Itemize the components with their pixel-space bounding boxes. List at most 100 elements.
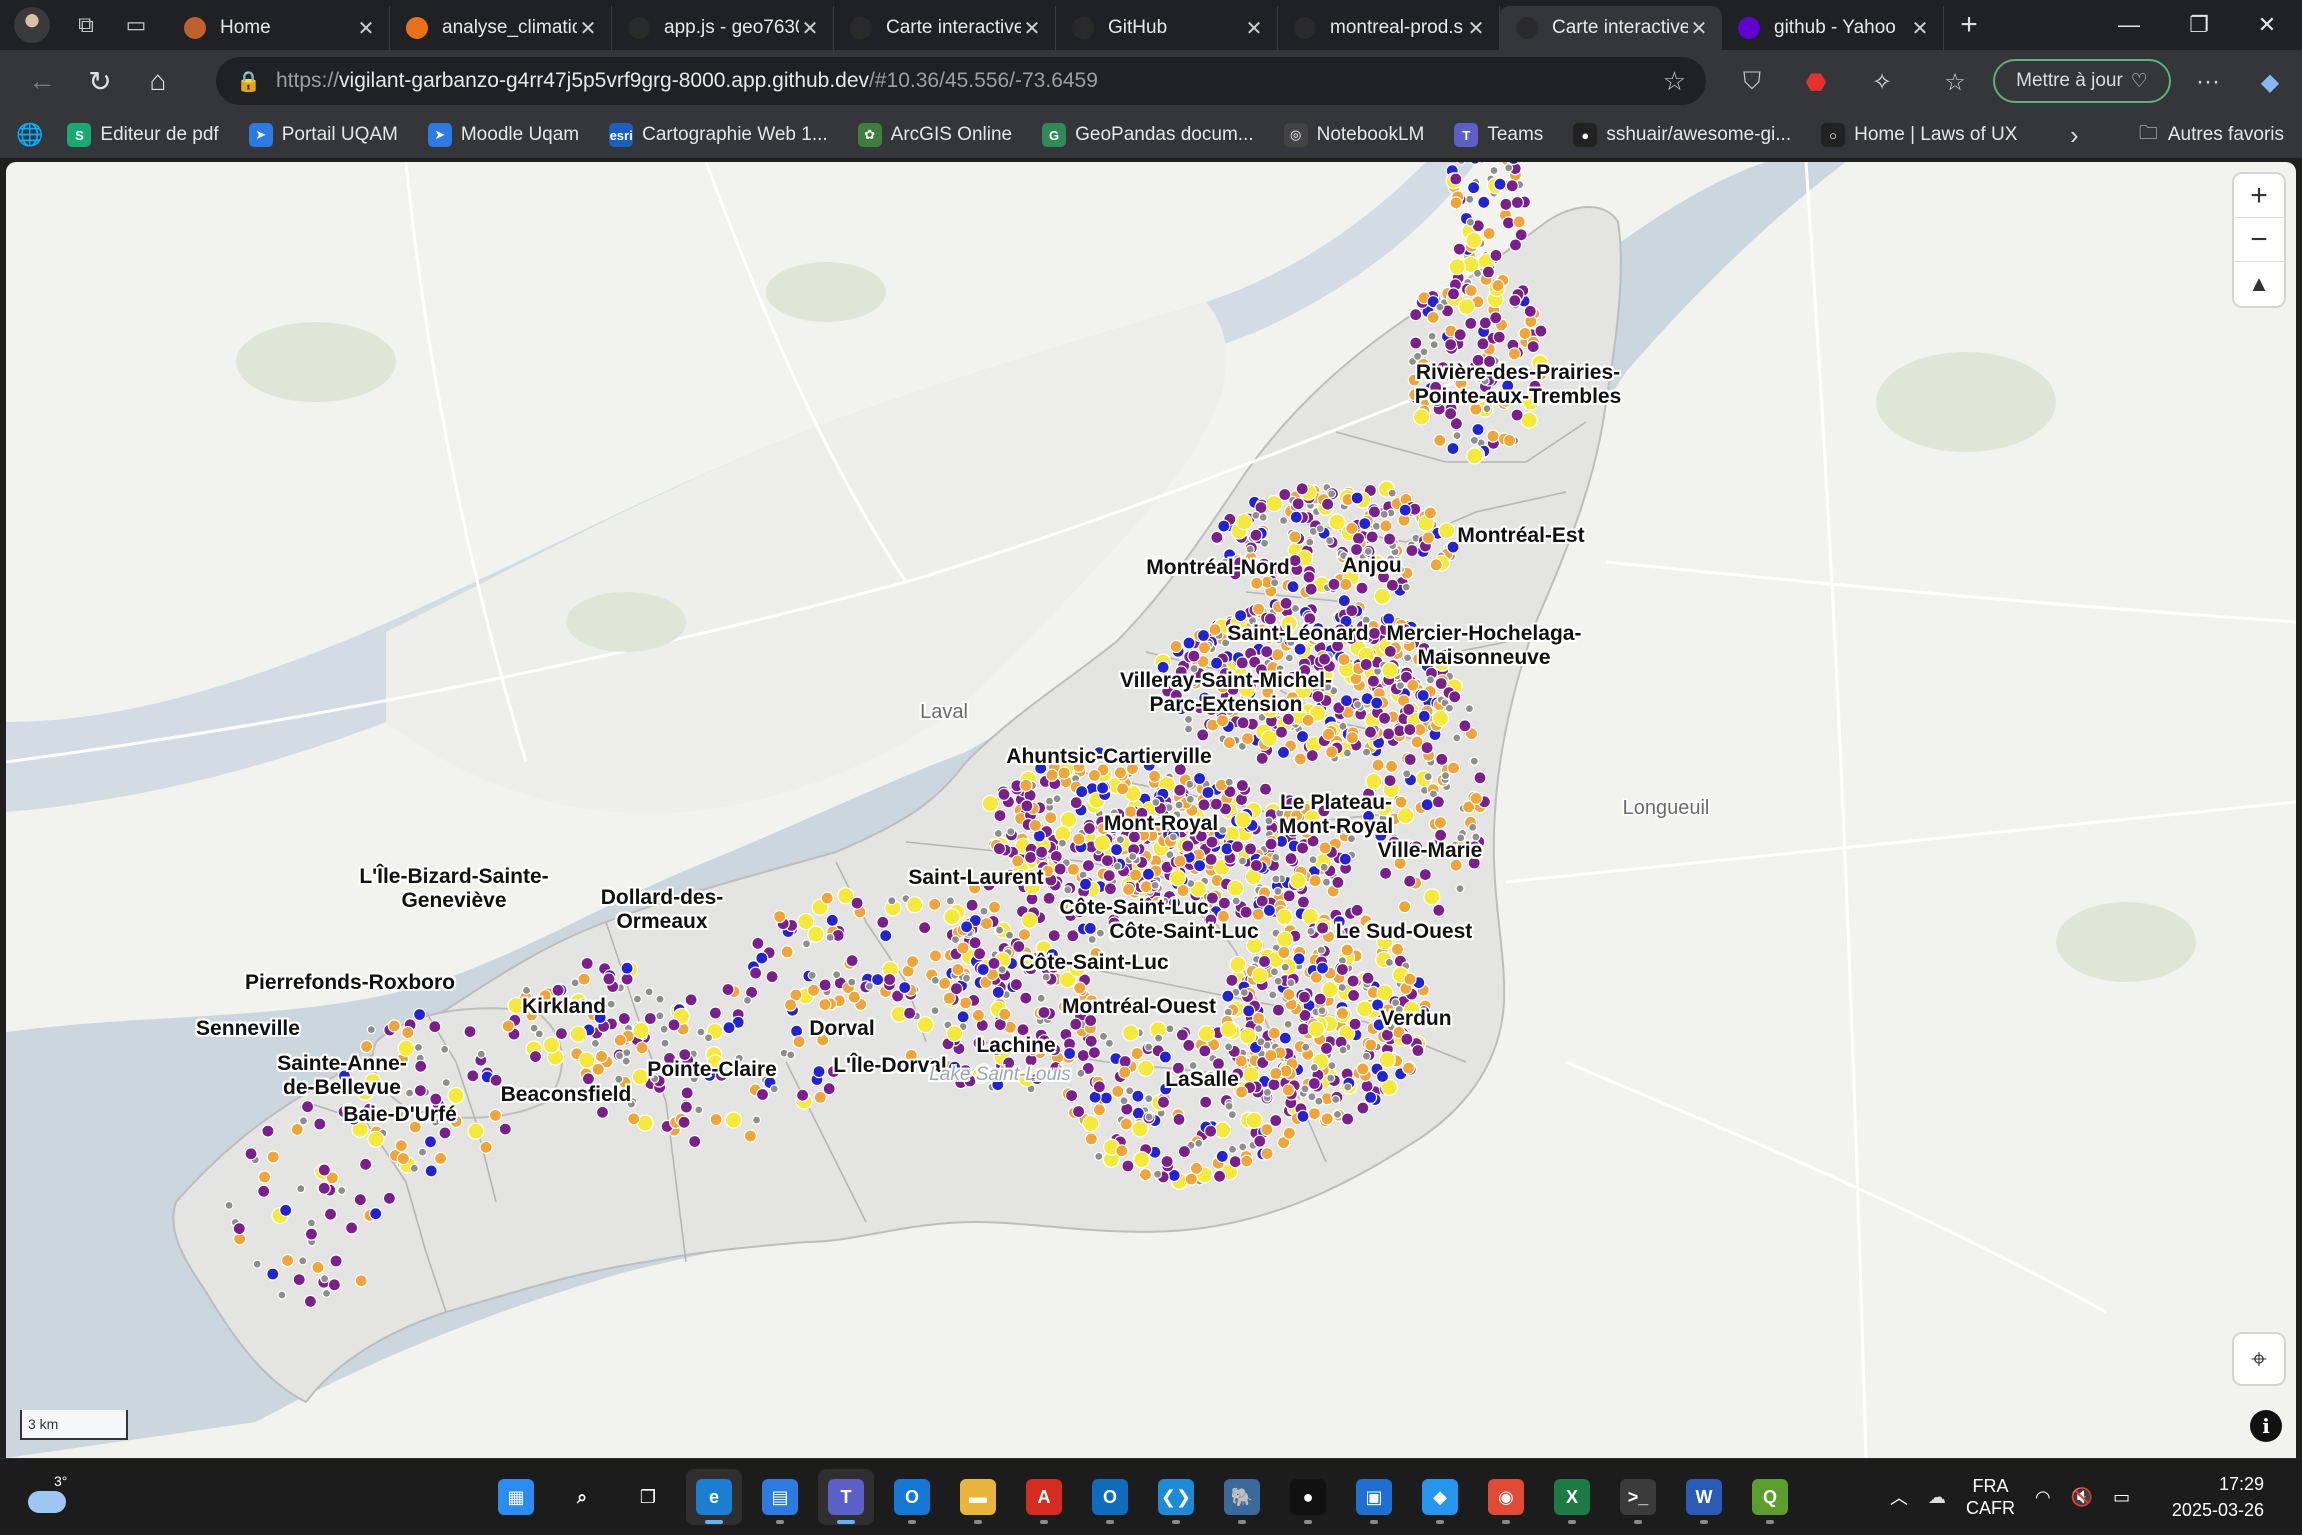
orange-point-marker[interactable] (1356, 1062, 1370, 1076)
gray-point-marker[interactable] (1185, 779, 1195, 789)
zoom-in-button[interactable]: + (2234, 174, 2284, 218)
purple-point-marker[interactable] (1264, 837, 1278, 851)
orange-point-marker[interactable] (1169, 639, 1183, 653)
yellow-point-marker[interactable] (1438, 522, 1456, 540)
orange-point-marker[interactable] (1406, 678, 1420, 692)
purple-point-marker[interactable] (818, 978, 832, 992)
purple-point-marker[interactable] (1327, 577, 1341, 591)
gray-point-marker[interactable] (1227, 1109, 1237, 1120)
restore-icon[interactable]: ❐ (2164, 0, 2234, 50)
orange-point-marker[interactable] (1282, 1126, 1296, 1140)
purple-point-marker[interactable] (1198, 1044, 1212, 1058)
purple-point-marker[interactable] (1196, 728, 1210, 742)
purple-point-marker[interactable] (1279, 596, 1293, 610)
browser-tab[interactable]: app.js - geo7630 ✕ (612, 6, 834, 50)
purple-point-marker[interactable] (1489, 311, 1503, 325)
orange-point-marker[interactable] (591, 1062, 605, 1076)
purple-point-marker[interactable] (317, 1163, 331, 1177)
blue-point-marker[interactable] (1420, 798, 1434, 812)
yellow-point-marker[interactable] (906, 896, 924, 914)
purple-point-marker[interactable] (1409, 308, 1423, 322)
purple-point-marker[interactable] (1103, 882, 1118, 896)
file-explorer-app[interactable]: ▬ (950, 1469, 1006, 1525)
purple-point-marker[interactable] (1197, 798, 1211, 812)
gray-point-marker[interactable] (930, 1005, 940, 1016)
purple-point-marker[interactable] (1351, 531, 1366, 546)
orange-point-marker[interactable] (1321, 727, 1336, 741)
orange-point-marker[interactable] (1318, 841, 1332, 855)
orange-point-marker[interactable] (1117, 1065, 1132, 1079)
gray-point-marker[interactable] (1237, 856, 1248, 866)
blue-point-marker[interactable] (1466, 181, 1481, 195)
gray-point-marker[interactable] (1095, 928, 1106, 938)
purple-point-marker[interactable] (1452, 242, 1467, 256)
purple-point-marker[interactable] (1260, 645, 1274, 659)
orange-point-marker[interactable] (594, 1049, 609, 1064)
orange-point-marker[interactable] (1426, 310, 1440, 324)
yellow-point-marker[interactable] (447, 1086, 465, 1105)
blue-point-marker[interactable] (1477, 195, 1491, 209)
gray-point-marker[interactable] (1489, 165, 1499, 176)
bookmark-item[interactable]: T Teams (1454, 123, 1543, 147)
blue-point-marker[interactable] (1286, 580, 1300, 594)
purple-point-marker[interactable] (1346, 974, 1360, 988)
orange-point-marker[interactable] (1208, 623, 1222, 637)
blue-point-marker[interactable] (1141, 867, 1156, 881)
orange-point-marker[interactable] (1115, 782, 1130, 796)
gray-point-marker[interactable] (1174, 800, 1184, 810)
gray-point-marker[interactable] (1469, 756, 1479, 766)
gray-point-marker[interactable] (321, 1288, 332, 1299)
orange-point-marker[interactable] (1240, 731, 1255, 746)
blue-point-marker[interactable] (1182, 636, 1196, 650)
gray-point-marker[interactable] (831, 969, 842, 980)
profile-avatar[interactable] (14, 7, 50, 43)
gray-point-marker[interactable] (1464, 703, 1475, 714)
purple-point-marker[interactable] (680, 1086, 694, 1100)
gray-point-marker[interactable] (1379, 509, 1389, 519)
purple-point-marker[interactable] (1253, 1134, 1267, 1148)
yellow-point-marker[interactable] (578, 1051, 596, 1069)
gray-point-marker[interactable] (887, 896, 897, 906)
purple-point-marker[interactable] (602, 972, 616, 986)
orange-point-marker[interactable] (958, 996, 973, 1010)
gray-point-marker[interactable] (614, 1051, 625, 1061)
gray-point-marker[interactable] (1144, 1112, 1154, 1122)
gray-point-marker[interactable] (1004, 930, 1015, 940)
gray-point-marker[interactable] (1271, 874, 1281, 884)
purple-point-marker[interactable] (1489, 248, 1503, 263)
gray-point-marker[interactable] (1262, 1087, 1273, 1098)
yellow-point-marker[interactable] (569, 1025, 588, 1043)
gray-point-marker[interactable] (1224, 777, 1234, 787)
gray-point-marker[interactable] (1331, 1094, 1341, 1105)
purple-point-marker[interactable] (595, 1105, 610, 1119)
purple-point-marker[interactable] (620, 972, 634, 986)
yellow-point-marker[interactable] (1197, 1025, 1216, 1043)
extensions-icon[interactable]: ✧ (1862, 62, 1902, 102)
gray-point-marker[interactable] (1423, 771, 1433, 782)
purple-point-marker[interactable] (313, 1117, 327, 1131)
orange-point-marker[interactable] (1464, 284, 1478, 298)
purple-point-marker[interactable] (1269, 1113, 1283, 1128)
orange-point-marker[interactable] (1267, 1026, 1281, 1040)
purple-point-marker[interactable] (1350, 903, 1364, 917)
tab-close-icon[interactable]: ✕ (1465, 16, 1487, 41)
yellow-point-marker[interactable] (724, 1111, 743, 1129)
purple-point-marker[interactable] (795, 1088, 810, 1102)
gray-point-marker[interactable] (961, 973, 972, 983)
yellow-point-marker[interactable] (632, 1021, 650, 1040)
more-bookmarks-chevron-icon[interactable]: › (2070, 120, 2079, 151)
blue-point-marker[interactable] (1289, 510, 1303, 524)
purple-point-marker[interactable] (721, 982, 735, 997)
purple-point-marker[interactable] (1458, 719, 1472, 733)
purple-point-marker[interactable] (1383, 773, 1397, 788)
gray-point-marker[interactable] (417, 1147, 428, 1157)
browser-tab[interactable]: Carte interactive ✕ (834, 6, 1056, 50)
gray-point-marker[interactable] (1316, 945, 1326, 955)
outlook-new-app[interactable]: O (884, 1469, 940, 1525)
orange-point-marker[interactable] (1507, 347, 1522, 361)
orange-point-marker[interactable] (635, 1041, 649, 1055)
word-app[interactable]: W (1676, 1469, 1732, 1525)
purple-point-marker[interactable] (1210, 530, 1224, 544)
purple-point-marker[interactable] (1066, 929, 1080, 943)
orange-point-marker[interactable] (998, 1007, 1012, 1021)
